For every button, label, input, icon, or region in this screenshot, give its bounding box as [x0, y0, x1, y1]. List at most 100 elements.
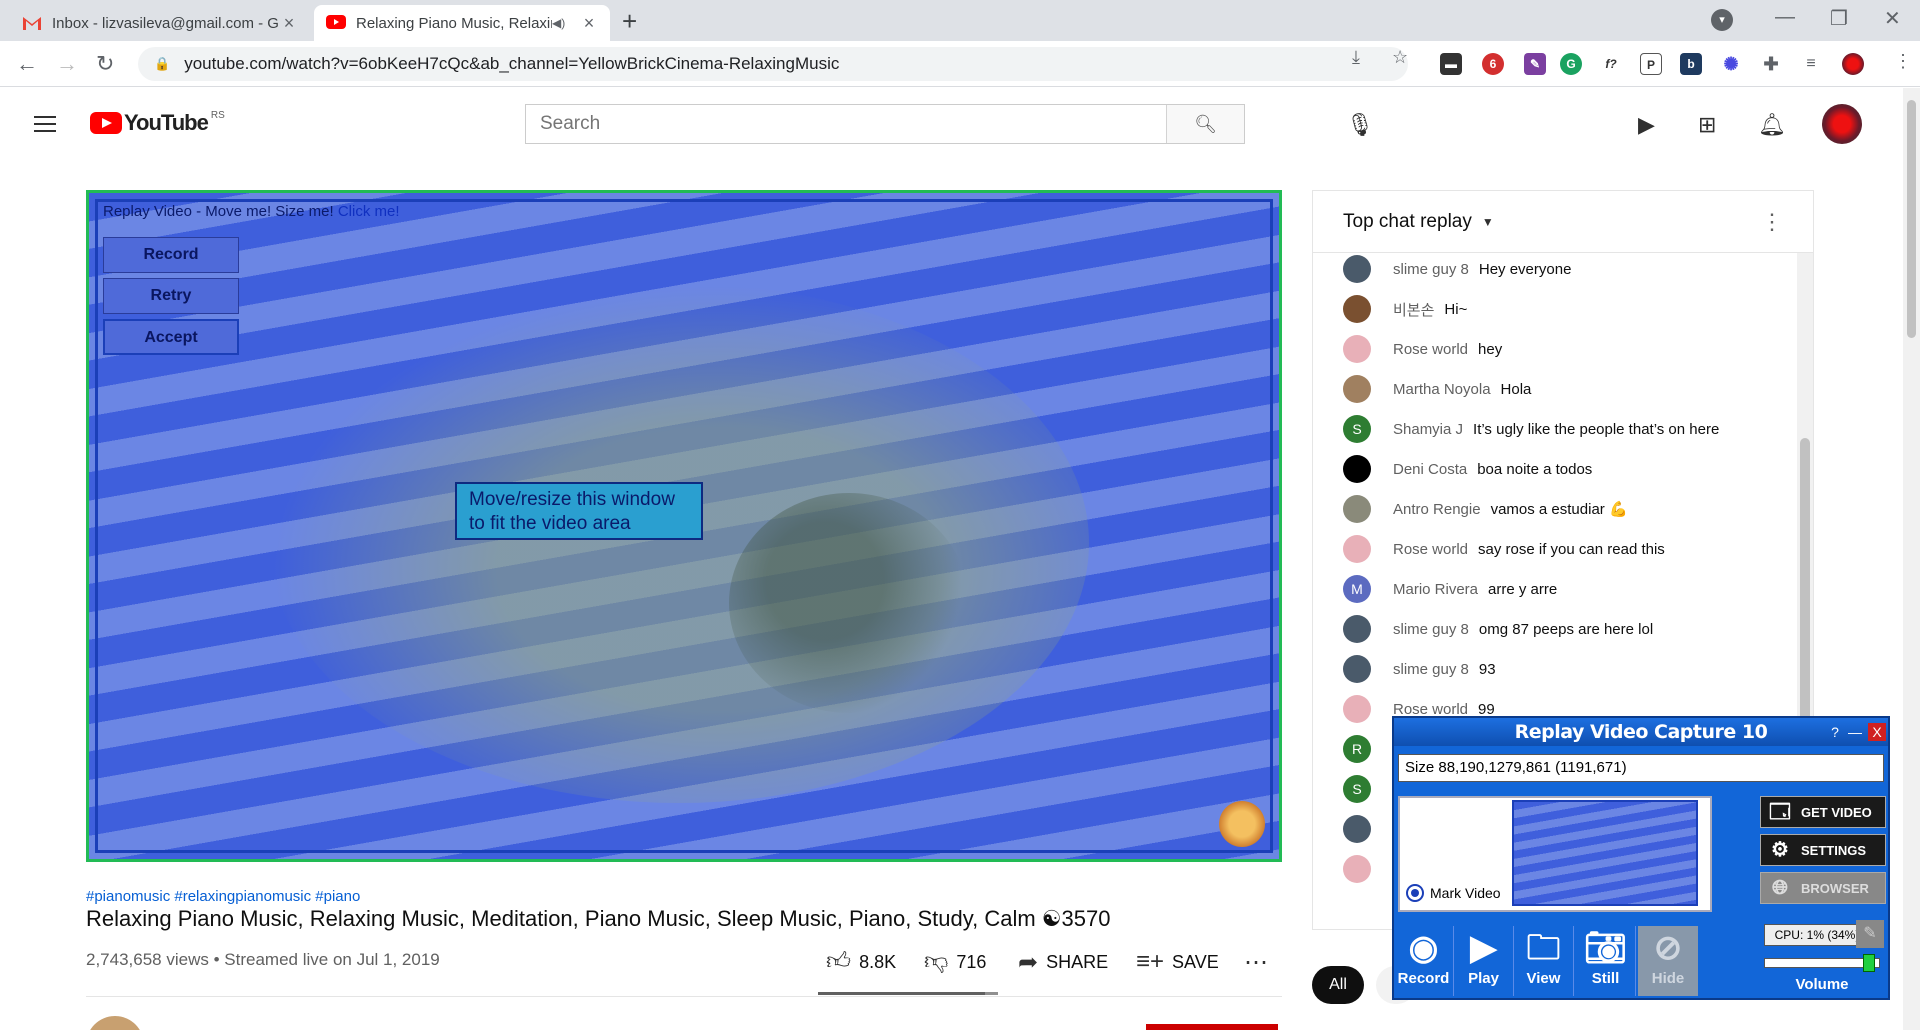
- chat-mode-label[interactable]: Top chat replay: [1343, 211, 1472, 233]
- overlay-retry-button[interactable]: Retry: [103, 278, 239, 314]
- dislike-button[interactable]: 👎︎ 716: [924, 948, 986, 976]
- overlay-record-button[interactable]: Record: [103, 237, 239, 273]
- chat-author[interactable]: slime guy 8: [1393, 261, 1469, 278]
- create-video-icon[interactable]: ▶︎: [1638, 112, 1655, 138]
- subscribe-button[interactable]: [1146, 1024, 1278, 1030]
- capture-preview[interactable]: Mark Video: [1398, 796, 1712, 912]
- chat-author[interactable]: slime guy 8: [1393, 621, 1469, 638]
- capture-size-field[interactable]: Size 88,190,1279,861 (1191,671): [1398, 754, 1884, 782]
- chat-avatar[interactable]: R: [1343, 735, 1371, 763]
- forward-icon[interactable]: →: [56, 51, 78, 77]
- chat-author[interactable]: Rose world: [1393, 701, 1468, 718]
- address-bar[interactable]: 🔒 youtube.com/watch?v=6obKeeH7cQc&ab_cha…: [138, 47, 1408, 81]
- apps-grid-icon[interactable]: ⊞: [1698, 112, 1716, 138]
- browser-button[interactable]: 🌐︎ BROWSER: [1760, 872, 1886, 904]
- settings-button[interactable]: ⚙ SETTINGS: [1760, 834, 1886, 866]
- chat-avatar[interactable]: M: [1343, 575, 1371, 603]
- like-button[interactable]: 👍︎ 8.8K: [826, 948, 896, 976]
- b-extension-icon[interactable]: b: [1680, 53, 1702, 75]
- browser-menu-icon[interactable]: ⋮: [1894, 51, 1912, 72]
- extension-picker-icon[interactable]: ✎: [1524, 53, 1546, 75]
- chat-scrollbar-thumb[interactable]: [1800, 438, 1810, 738]
- account-avatar[interactable]: [1822, 104, 1862, 144]
- chat-author[interactable]: Rose world: [1393, 541, 1468, 558]
- chat-message[interactable]: slime guy 8 Hey everyone: [1343, 255, 1571, 283]
- chat-author[interactable]: Shamyia J: [1393, 421, 1463, 438]
- channel-avatar[interactable]: [86, 1016, 144, 1030]
- speaker-icon[interactable]: ◀): [552, 16, 570, 30]
- volume-slider-knob[interactable]: [1862, 954, 1875, 972]
- extension-badge-icon[interactable]: 6: [1482, 53, 1504, 75]
- chat-author[interactable]: Martha Noyola: [1393, 381, 1491, 398]
- play-button[interactable]: ▶ Play: [1454, 926, 1514, 996]
- page-scrollbar[interactable]: [1903, 88, 1920, 1030]
- extensions-puzzle-icon[interactable]: ✚: [1760, 53, 1782, 75]
- chat-avatar[interactable]: [1343, 535, 1371, 563]
- mark-video-radio[interactable]: Mark Video: [1406, 884, 1501, 902]
- search-input[interactable]: [526, 105, 1166, 143]
- get-video-button[interactable]: 🗔 GET VIDEO: [1760, 796, 1886, 828]
- video-player[interactable]: Replay Video - Move me! Size me! Click m…: [86, 190, 1282, 862]
- close-capture-icon[interactable]: X: [1868, 723, 1886, 741]
- chat-avatar[interactable]: [1343, 255, 1371, 283]
- new-tab-button[interactable]: +: [622, 6, 637, 37]
- search-button[interactable]: 🔍︎: [1166, 105, 1244, 143]
- chat-avatar[interactable]: [1343, 375, 1371, 403]
- notifications-bell-icon[interactable]: 🔔︎: [1758, 112, 1786, 138]
- chat-message[interactable]: Rose world say rose if you can read this: [1343, 535, 1665, 563]
- microphone-icon[interactable]: 🎙︎: [1346, 112, 1374, 138]
- chat-author[interactable]: Antro Rengie: [1393, 501, 1481, 518]
- back-icon[interactable]: ←: [16, 51, 38, 77]
- chat-message[interactable]: Antro Rengie vamos a estudiar 💪: [1343, 495, 1628, 523]
- install-icon[interactable]: ⤓: [1352, 47, 1360, 68]
- menu-icon[interactable]: [34, 116, 56, 132]
- chat-avatar[interactable]: [1343, 495, 1371, 523]
- chat-avatar[interactable]: [1343, 815, 1371, 843]
- volume-slider[interactable]: [1764, 954, 1880, 972]
- reload-icon[interactable]: ↻: [96, 51, 114, 77]
- chat-message[interactable]: M Mario Rivera arre y arre: [1343, 575, 1557, 603]
- close-tab-icon[interactable]: ×: [280, 13, 298, 34]
- bookmark-star-icon[interactable]: ☆: [1392, 47, 1408, 68]
- overlay-accept-button[interactable]: Accept: [103, 319, 239, 355]
- record-button[interactable]: ◉ Record: [1394, 926, 1454, 996]
- lock-icon[interactable]: 🔒: [154, 56, 170, 72]
- chat-avatar[interactable]: [1343, 295, 1371, 323]
- chat-message[interactable]: Deni Costa boa noite a todos: [1343, 455, 1592, 483]
- channel-watermark[interactable]: [1219, 801, 1265, 847]
- tab-gmail[interactable]: Inbox - lizvasileva@gmail.com - G ×: [10, 5, 310, 41]
- overlay-title[interactable]: Replay Video - Move me! Size me! Click m…: [103, 203, 400, 220]
- chat-message[interactable]: S Shamyia J It’s ugly like the people that…: [1343, 415, 1719, 443]
- chat-avatar[interactable]: S: [1343, 775, 1371, 803]
- chevron-down-icon[interactable]: ▼: [1482, 215, 1494, 229]
- capture-title[interactable]: Replay Video Capture 10: [1394, 718, 1888, 746]
- chat-avatar[interactable]: [1343, 335, 1371, 363]
- chat-message[interactable]: Rose world hey: [1343, 335, 1502, 363]
- mute-icon[interactable]: ✎: [1856, 920, 1884, 948]
- chat-author[interactable]: Rose world: [1393, 341, 1468, 358]
- chat-avatar[interactable]: [1343, 455, 1371, 483]
- hide-button[interactable]: ⊘ Hide: [1638, 926, 1698, 996]
- grammarly-icon[interactable]: G: [1560, 53, 1582, 75]
- close-tab-icon[interactable]: ×: [580, 13, 598, 34]
- more-vert-icon[interactable]: ⋮: [1761, 209, 1783, 235]
- profile-avatar[interactable]: [1842, 53, 1864, 75]
- reading-list-icon[interactable]: ≡: [1800, 53, 1822, 75]
- chat-avatar[interactable]: S: [1343, 415, 1371, 443]
- page-scrollbar-thumb[interactable]: [1907, 100, 1916, 338]
- chat-avatar[interactable]: [1343, 655, 1371, 683]
- view-button[interactable]: 🗀 View: [1514, 926, 1574, 996]
- close-window-icon[interactable]: ✕: [1884, 6, 1901, 31]
- p-extension-icon[interactable]: P: [1640, 53, 1662, 75]
- chat-author[interactable]: 비본손: [1393, 299, 1434, 320]
- save-button[interactable]: ≡+ SAVE: [1136, 948, 1219, 976]
- overlay-click-link[interactable]: Click me!: [338, 203, 400, 220]
- youtube-logo[interactable]: YouTube RS: [90, 110, 225, 136]
- spark-extension-icon[interactable]: ✺: [1720, 53, 1742, 75]
- chat-author[interactable]: Deni Costa: [1393, 461, 1467, 478]
- chat-message[interactable]: slime guy 8 93: [1343, 655, 1496, 683]
- tab-youtube[interactable]: Relaxing Piano Music, Relaxin ◀) ×: [314, 5, 610, 41]
- more-actions-button[interactable]: ⋯: [1244, 948, 1276, 977]
- still-button[interactable]: 📷︎ Still: [1576, 926, 1636, 996]
- extension-icon[interactable]: ▬: [1440, 53, 1462, 75]
